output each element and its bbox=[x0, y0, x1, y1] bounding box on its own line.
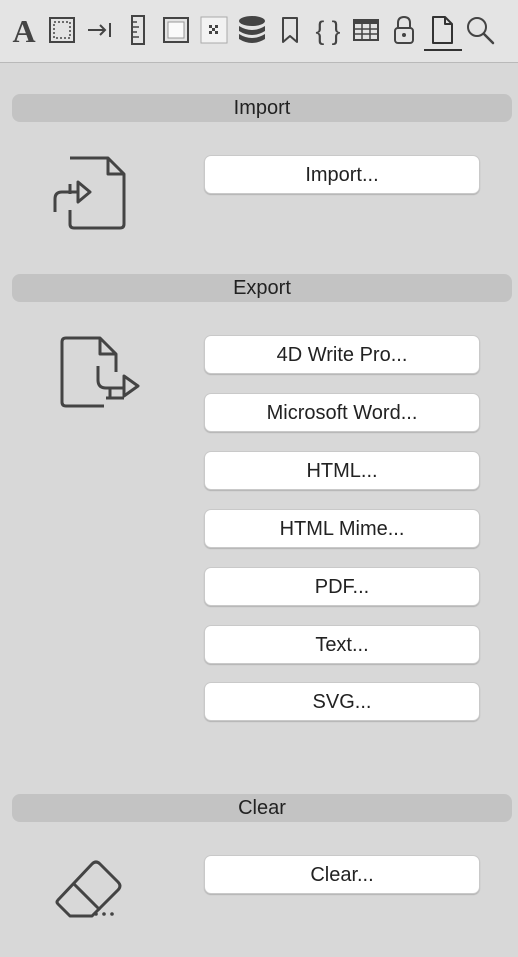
svg-text:{ }: { } bbox=[316, 15, 341, 45]
export-header: Export bbox=[12, 274, 512, 302]
pattern-icon[interactable] bbox=[198, 12, 230, 48]
export-svg-button[interactable]: SVG... bbox=[204, 682, 480, 721]
clear-header: Clear bbox=[12, 794, 512, 822]
clear-button[interactable]: Clear... bbox=[204, 855, 480, 894]
frame-icon[interactable] bbox=[46, 12, 78, 48]
background-icon[interactable] bbox=[160, 12, 192, 48]
braces-icon[interactable]: { } bbox=[312, 12, 344, 48]
toolbar: A {} bbox=[0, 0, 518, 63]
document-icon[interactable] bbox=[426, 12, 458, 48]
export-text-button[interactable]: Text... bbox=[204, 625, 480, 664]
export-html-mime-button[interactable]: HTML Mime... bbox=[204, 509, 480, 548]
bookmark-icon[interactable] bbox=[274, 12, 306, 48]
export-4d-write-pro-button[interactable]: 4D Write Pro... bbox=[204, 335, 480, 374]
ruler-icon[interactable] bbox=[122, 12, 154, 48]
search-icon[interactable] bbox=[464, 12, 496, 48]
indent-icon[interactable] bbox=[84, 12, 116, 48]
table-icon[interactable] bbox=[350, 12, 382, 48]
svg-text:A: A bbox=[12, 13, 35, 48]
export-pdf-button[interactable]: PDF... bbox=[204, 567, 480, 606]
database-icon[interactable] bbox=[236, 12, 268, 48]
import-button[interactable]: Import... bbox=[204, 155, 480, 194]
eraser-icon bbox=[54, 856, 126, 925]
lock-icon[interactable] bbox=[388, 12, 420, 48]
import-header: Import bbox=[12, 94, 512, 122]
export-microsoft-word-button[interactable]: Microsoft Word... bbox=[204, 393, 480, 432]
import-icon bbox=[50, 154, 128, 237]
selected-tab-indicator bbox=[424, 49, 462, 51]
font-icon[interactable]: A bbox=[8, 12, 40, 48]
export-icon bbox=[58, 336, 142, 417]
export-html-button[interactable]: HTML... bbox=[204, 451, 480, 490]
